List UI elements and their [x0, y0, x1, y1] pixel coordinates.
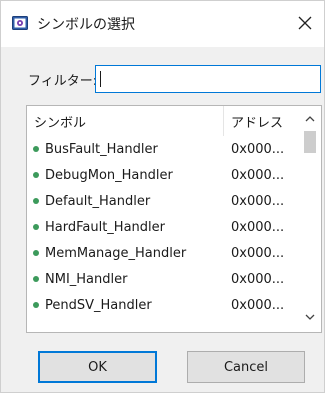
table-row[interactable]: NMI_Handler 0x000...	[27, 266, 299, 292]
green-dot-icon	[33, 172, 39, 178]
green-dot-icon	[33, 302, 39, 308]
dialog-title: シンボルの選択	[37, 17, 135, 33]
green-dot-icon	[33, 224, 39, 230]
symbol-cell: HardFault_Handler	[27, 220, 224, 235]
symbol-app-icon	[12, 15, 28, 31]
close-icon	[298, 16, 312, 30]
cancel-button[interactable]: Cancel	[187, 351, 305, 383]
address-cell: 0x000...	[231, 141, 285, 157]
green-dot-icon	[33, 146, 39, 152]
ok-button[interactable]: OK	[38, 351, 157, 383]
chevron-down-icon	[305, 314, 315, 320]
select-symbol-dialog: シンボルの選択 フィルター: シンボル アドレス BusFault_Handle…	[0, 0, 325, 393]
green-dot-icon	[33, 250, 39, 256]
symbol-cell: Default_Handler	[27, 194, 224, 209]
text-caret	[100, 71, 101, 87]
symbol-name: PendSV_Handler	[45, 297, 152, 313]
symbol-cell: DebugMon_Handler	[27, 168, 224, 183]
address-cell: 0x000...	[231, 219, 285, 235]
table-row[interactable]: HardFault_Handler 0x000...	[27, 214, 299, 240]
symbol-cell: NMI_Handler	[27, 272, 224, 287]
table-row[interactable]: BusFault_Handler 0x000...	[27, 136, 299, 162]
table-row[interactable]: PendSV_Handler 0x000...	[27, 292, 299, 318]
table-rows: BusFault_Handler 0x000... DebugMon_Handl…	[27, 136, 299, 332]
address-cell: 0x000...	[231, 193, 285, 209]
symbol-name: NMI_Handler	[45, 271, 128, 287]
address-cell: 0x000...	[231, 167, 285, 183]
table-row[interactable]: MemManage_Handler 0x000...	[27, 240, 299, 266]
scroll-up-button[interactable]	[299, 108, 321, 130]
symbol-name: DebugMon_Handler	[45, 167, 173, 183]
scroll-down-button[interactable]	[299, 306, 321, 328]
green-dot-icon	[33, 198, 39, 204]
filter-input[interactable]	[95, 65, 321, 93]
symbol-cell: BusFault_Handler	[27, 142, 224, 157]
green-dot-icon	[33, 276, 39, 282]
table-row[interactable]: Default_Handler 0x000...	[27, 188, 299, 214]
symbol-name: Default_Handler	[45, 193, 151, 209]
symbol-name: BusFault_Handler	[45, 141, 158, 157]
chevron-up-icon	[305, 116, 315, 122]
filter-label: フィルター:	[28, 74, 98, 89]
address-cell: 0x000...	[231, 271, 285, 287]
symbol-table: シンボル アドレス BusFault_Handler 0x000... Debu…	[26, 105, 322, 333]
symbol-name: HardFault_Handler	[45, 219, 165, 235]
address-cell: 0x000...	[231, 297, 285, 313]
column-header-address[interactable]: アドレス	[224, 106, 299, 136]
symbol-cell: MemManage_Handler	[27, 246, 224, 261]
column-header-symbol[interactable]: シンボル	[27, 106, 224, 136]
table-header: シンボル アドレス	[27, 106, 299, 136]
symbol-name: MemManage_Handler	[45, 245, 187, 261]
close-button[interactable]	[292, 10, 318, 36]
title-bar: シンボルの選択	[1, 1, 324, 47]
table-row[interactable]: DebugMon_Handler 0x000...	[27, 162, 299, 188]
symbol-cell: PendSV_Handler	[27, 298, 224, 313]
address-cell: 0x000...	[231, 245, 285, 261]
scrollbar-thumb[interactable]	[304, 131, 316, 153]
vertical-scrollbar[interactable]	[299, 106, 321, 332]
